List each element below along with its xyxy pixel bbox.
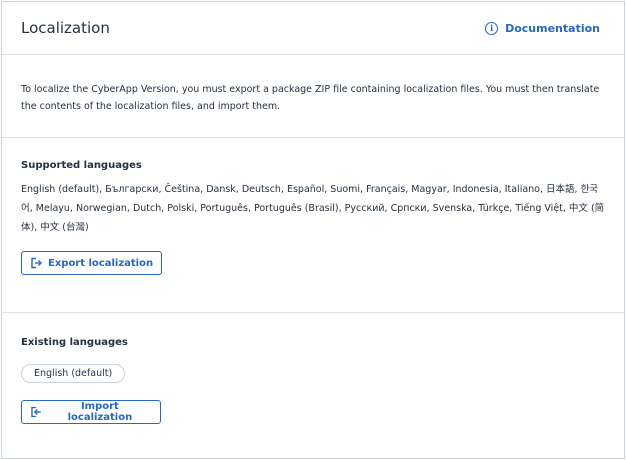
localization-panel: Localization i Documentation To localize… <box>1 1 625 459</box>
panel-header: Localization i Documentation <box>2 2 624 55</box>
info-circle-icon: i <box>485 21 499 35</box>
supported-languages-list: English (default), Български, Čeština, D… <box>21 184 605 233</box>
documentation-link[interactable]: i Documentation <box>485 21 600 35</box>
import-icon <box>31 406 41 418</box>
export-localization-label: Export localization <box>48 257 154 269</box>
intro-text: To localize the CyberApp Version, you mu… <box>21 84 600 112</box>
intro-section: To localize the CyberApp Version, you mu… <box>2 55 624 138</box>
supported-languages-title: Supported languages <box>21 160 142 171</box>
supported-languages-section: Supported languages English (default), Б… <box>2 138 624 313</box>
existing-languages-title: Existing languages <box>21 337 128 348</box>
export-icon <box>31 257 42 269</box>
existing-languages-section: Existing languages English (default) Imp… <box>2 313 624 424</box>
documentation-label: Documentation <box>505 21 600 35</box>
language-chip: English (default) <box>21 364 126 383</box>
page-title: Localization <box>21 19 110 37</box>
import-localization-button[interactable]: Import localization <box>21 400 161 424</box>
import-localization-label: Import localization <box>67 401 133 423</box>
export-localization-button[interactable]: Export localization <box>21 251 163 275</box>
